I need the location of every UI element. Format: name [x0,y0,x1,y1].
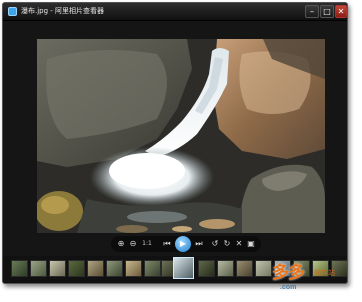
thumbnail[interactable] [106,260,123,277]
watermark-subtitle: 软件站 [314,269,335,277]
actual-size-button[interactable]: 1:1 [140,238,154,250]
maximize-button[interactable]: □ [320,5,334,18]
rotate-right-icon[interactable]: ↻ [221,238,233,250]
save-icon[interactable]: ▣ [245,238,257,250]
thumbnail[interactable] [236,260,253,277]
viewer-window: 瀑布.jpg - 阿里相片查看器 – □ ✕ ⊕ ⊖ 1:1 ⏮ ▶ ⏭ ↺ ↻… [2,2,348,284]
thumbnail[interactable] [49,260,66,277]
window-title: 瀑布.jpg - 阿里相片查看器 [21,7,105,15]
thumbnail-selected[interactable] [173,257,194,279]
photo-display[interactable] [37,39,325,233]
thumbnail[interactable] [144,260,161,277]
rotate-left-icon[interactable]: ↺ [209,238,221,250]
zoom-out-icon[interactable]: ⊖ [127,238,139,250]
previous-icon[interactable]: ⏮ [161,238,173,250]
thumbnail[interactable] [125,260,142,277]
zoom-in-icon[interactable]: ⊕ [115,238,127,250]
watermark-logo: 多多 [272,263,305,283]
site-watermark: 多多 软件站 .com [270,258,362,300]
close-button[interactable]: ✕ [335,5,347,18]
app-icon [8,7,17,16]
delete-icon[interactable]: ✕ [233,238,245,250]
minimize-button[interactable]: – [305,5,319,18]
thumbnail[interactable] [217,260,234,277]
thumbnail[interactable] [87,260,104,277]
play-icon[interactable]: ▶ [175,236,191,252]
thumbnail[interactable] [68,260,85,277]
thumbnail[interactable] [30,260,47,277]
thumbnail[interactable] [198,260,215,277]
next-icon[interactable]: ⏭ [193,238,205,250]
watermark-url: .com [280,284,297,291]
thumbnail[interactable] [11,260,28,277]
control-toolbar: ⊕ ⊖ 1:1 ⏮ ▶ ⏭ ↺ ↻ ✕ ▣ [111,236,261,252]
title-bar[interactable]: 瀑布.jpg - 阿里相片查看器 – □ ✕ [3,3,347,21]
waterfall-photo [37,39,325,233]
